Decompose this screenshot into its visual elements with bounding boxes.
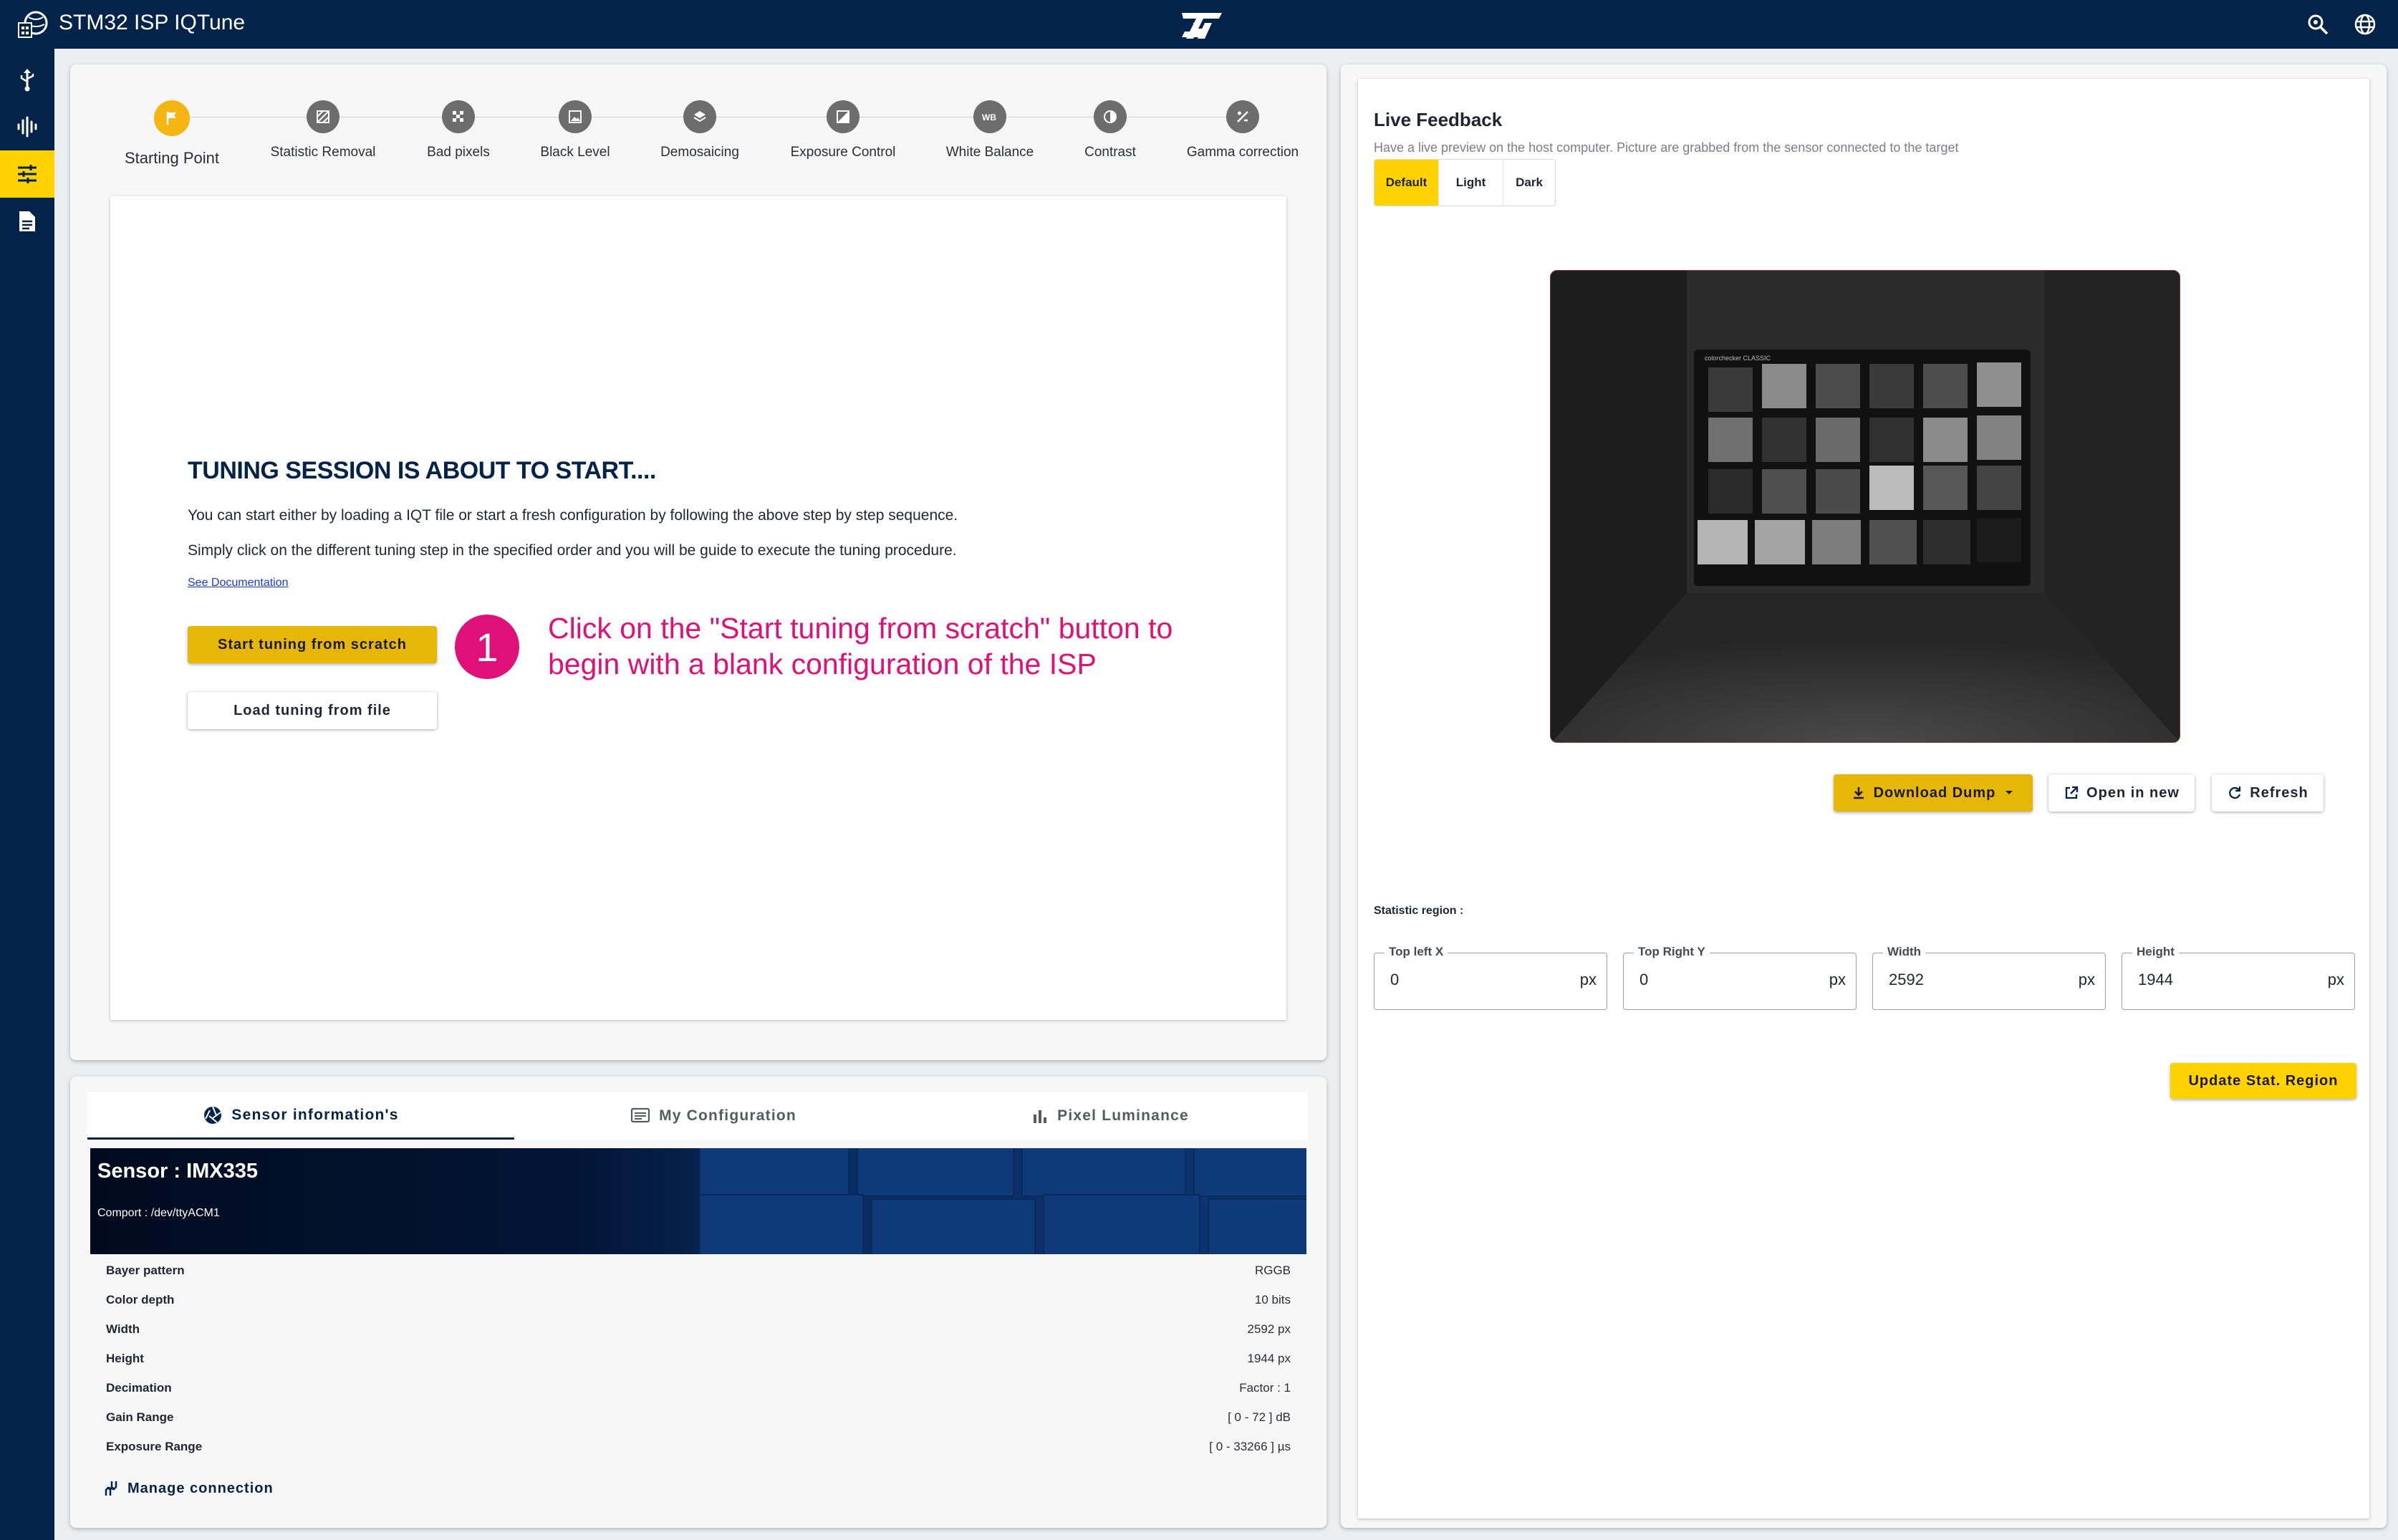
banner-tile [1208,1198,1306,1254]
tab-pixel-luminance[interactable]: Pixel Luminance [913,1092,1308,1140]
preview-scene: colorchecker CLASSIC [1551,271,2180,742]
start-tuning-button[interactable]: Start tuning from scratch [188,626,437,663]
contrast-icon [1094,100,1127,133]
step-exposure-control[interactable]: Exposure Control [764,100,922,160]
image-icon [559,100,592,133]
info-row-bayer-pattern: Bayer pattern RGGB [106,1264,1291,1277]
refresh-icon [2229,786,2241,799]
step-demosaicing[interactable]: Demosaicing [621,100,779,160]
svg-text:WB: WB [982,112,996,122]
info-row-width: Width 2592 px [106,1322,1291,1336]
manage-connection-button[interactable]: Manage connection [103,1480,274,1497]
document-icon [19,211,35,231]
chart-brand-label: colorchecker CLASSIC [1705,355,1771,362]
banner-tile [699,1148,849,1197]
globe-icon[interactable] [2352,11,2378,37]
chevron-down-icon[interactable] [2004,789,2014,797]
top-right-y-field[interactable]: Top Right Y 0 px [1623,945,1857,1010]
step-starting-point[interactable]: Starting Point [93,100,251,168]
documentation-link[interactable]: See Documentation [188,577,289,589]
step-statistic-removal[interactable]: Statistic Removal [244,100,402,160]
st-logo-icon [1182,13,1222,39]
checker-icon [442,100,475,133]
info-row-height: Height 1944 px [106,1352,1291,1365]
bar-chart-icon [1034,1110,1047,1123]
info-tabs: Sensor information's My Configuration Pi… [87,1092,1308,1140]
statistic-region-label: Statistic region : [1374,905,1464,917]
mode-default-button[interactable]: Default [1374,160,1439,206]
sidebar-item-documents[interactable] [0,198,54,245]
welcome-title: TUNING SESSION IS ABOUT TO START.... [188,457,656,484]
open-in-new-button[interactable]: Open in new [2048,774,2195,812]
open-external-icon [2065,786,2079,799]
usb-icon [20,69,34,92]
update-stat-region-button[interactable]: Update Stat. Region [2170,1063,2356,1099]
height-field[interactable]: Height 1944 px [2122,945,2355,1010]
top-bar: STM32 ISP IQTune [0,0,2398,49]
plug-icon [105,1481,117,1496]
banner-tile [1043,1194,1200,1254]
info-row-color-depth: Color depth 10 bits [106,1293,1291,1306]
sensor-comport: Comport : /dev/ttyACM1 [97,1207,220,1219]
gamma-icon [1226,100,1259,133]
sensor-name: Sensor : IMX335 [97,1160,259,1183]
info-row-decimation: Decimation Factor : 1 [106,1381,1291,1395]
load-tuning-button[interactable]: Load tuning from file [188,692,437,729]
aperture-icon [204,1106,222,1124]
info-row-gain-range: Gain Range[ 0 - 72 ] dB [106,1410,1291,1424]
banner-tile [857,1148,1014,1197]
layers-icon [683,100,716,133]
stripes-icon [307,100,340,133]
sidebar-item-signal[interactable] [0,103,54,150]
banner-tile [1021,1148,1186,1197]
sensor-banner: Sensor : IMX335 Comport : /dev/ttyACM1 [90,1148,1306,1254]
app-title: STM32 ISP IQTune [59,11,246,34]
waveform-icon [17,116,37,138]
callout-step-number: 1 [455,615,519,679]
welcome-card [110,196,1286,1020]
width-field[interactable]: Width 2592 px [1872,945,2106,1010]
mode-light-button[interactable]: Light [1439,160,1503,206]
search-icon[interactable] [2305,11,2331,37]
callout-text: Click on the "Start tuning from scratch"… [548,612,1173,680]
flag-icon [154,100,190,136]
sidebar [0,49,54,1540]
tab-my-configuration[interactable]: My Configuration [514,1092,913,1140]
sidebar-item-connection[interactable] [0,56,54,103]
refresh-button[interactable]: Refresh [2212,774,2324,812]
welcome-paragraph-1: You can start either by loading a IQT fi… [188,507,958,524]
info-row-exposure-range: Exposure Range[ 0 - 33266 ] µs [106,1440,1291,1453]
banner-tile [1193,1148,1306,1197]
mode-dark-button[interactable]: Dark [1503,160,1555,206]
download-dump-button[interactable]: Download Dump [1834,774,2033,812]
config-icon [630,1107,650,1123]
download-icon [1853,787,1864,799]
live-feedback-subtitle: Have a live preview on the host computer… [1374,140,1959,155]
tuning-stepper: Starting Point Statistic Removal Bad pix… [93,100,1299,172]
live-feedback-title: Live Feedback [1374,109,1503,130]
welcome-paragraph-2: Simply click on the different tuning ste… [188,542,957,559]
top-left-x-field[interactable]: Top left X 0 px [1374,945,1607,1010]
app-logo-icon [18,11,48,38]
live-preview-image: colorchecker CLASSIC [1550,270,2180,743]
sidebar-item-tuning[interactable] [0,150,54,198]
banner-tile [699,1194,864,1254]
sliders-icon [18,165,37,183]
preview-mode-toggle: Default Light Dark [1374,159,1556,206]
banner-tile [871,1198,1036,1254]
step-gamma-correction[interactable]: Gamma correction [1164,100,1321,160]
tab-sensor-information[interactable]: Sensor information's [87,1092,514,1140]
exposure-icon [827,100,859,133]
wb-icon: WB [973,100,1006,133]
